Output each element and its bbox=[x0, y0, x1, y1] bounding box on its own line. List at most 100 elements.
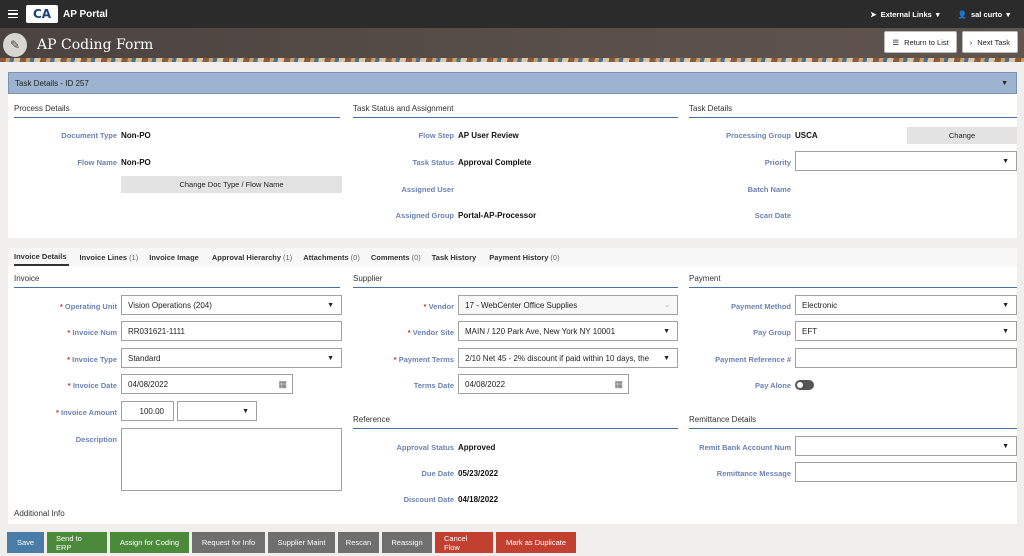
flow-name-value: Non-PO bbox=[121, 158, 151, 167]
flow-step-value: AP User Review bbox=[458, 131, 519, 140]
payment-heading: Payment bbox=[689, 274, 1017, 288]
vendor-label: * Vendor bbox=[423, 302, 454, 311]
due-date-label: Due Date bbox=[421, 469, 454, 478]
tab-invoice-image[interactable]: Invoice Image bbox=[149, 248, 201, 266]
due-date-value: 05/23/2022 bbox=[458, 469, 499, 478]
pay-alone-label: Pay Alone bbox=[755, 381, 791, 390]
page-header: ✎ AP Coding Form ☰ Return to List › Next T… bbox=[0, 28, 1024, 62]
invoice-amount-label: * Invoice Amount bbox=[56, 408, 117, 417]
payment-reference-input[interactable] bbox=[795, 348, 1017, 368]
pay-group-select[interactable]: EFT ▼ bbox=[795, 321, 1017, 341]
return-to-list-button[interactable]: ☰ Return to List bbox=[884, 31, 957, 53]
flow-name-label: Flow Name bbox=[77, 158, 117, 167]
external-links-menu[interactable]: ➤ External Links ▾ bbox=[870, 10, 939, 19]
assigned-group-value: Portal-AP-Processor bbox=[458, 211, 537, 220]
save-button[interactable]: Save bbox=[7, 532, 44, 553]
user-icon: 👤 bbox=[957, 9, 967, 19]
remittance-message-input[interactable] bbox=[795, 462, 1017, 482]
payment-terms-label: * Payment Terms bbox=[393, 355, 454, 364]
reassign-button[interactable]: Reassign bbox=[382, 532, 432, 553]
caret-down-icon: ▼ bbox=[663, 327, 670, 335]
navigation-arrow-icon: ➤ bbox=[870, 9, 877, 19]
mark-as-duplicate-button[interactable]: Mark as Duplicate bbox=[496, 532, 576, 553]
invoice-type-select[interactable]: Standard ▼ bbox=[121, 348, 342, 368]
pencil-icon: ✎ bbox=[3, 33, 27, 57]
discount-date-value: 04/18/2022 bbox=[458, 495, 499, 504]
chevron-right-icon: › bbox=[969, 37, 973, 47]
caret-down-icon: ▼ bbox=[1002, 301, 1009, 309]
top-bar: CA AP Portal ➤ External Links ▾ 👤 sal curto… bbox=[0, 0, 1024, 28]
caret-down-icon: ▼ bbox=[663, 354, 670, 362]
currency-select[interactable]: ▼ bbox=[177, 401, 257, 421]
change-doc-type-button[interactable]: Change Doc Type / Flow Name bbox=[121, 176, 342, 193]
user-menu[interactable]: 👤 sal curto ▾ bbox=[958, 10, 1010, 19]
remit-bank-label: Remit Bank Account Num bbox=[699, 443, 791, 452]
invoice-tabs: Invoice Details Invoice Lines (1) Invoice… bbox=[8, 248, 1017, 266]
rescan-button[interactable]: Rescan bbox=[338, 532, 379, 553]
description-label: Description bbox=[75, 435, 117, 444]
task-status-heading: Task Status and Assignment bbox=[353, 104, 678, 118]
doc-type-label: Document Type bbox=[61, 131, 117, 140]
send-to-erp-button[interactable]: Send to ERP bbox=[47, 532, 107, 553]
chevron-down-icon: ⌄ bbox=[664, 302, 670, 309]
tab-approval-hierarchy[interactable]: Approval Hierarchy (1) bbox=[212, 248, 292, 266]
discount-date-label: Discount Date bbox=[403, 495, 454, 504]
caret-down-icon: ▼ bbox=[327, 301, 334, 309]
assign-for-coding-button[interactable]: Assign for Coding bbox=[110, 532, 189, 553]
invoice-num-input[interactable]: RR031621-1111 bbox=[121, 321, 342, 341]
menu-icon[interactable] bbox=[8, 9, 18, 19]
payment-reference-label: Payment Reference # bbox=[715, 355, 791, 364]
tab-comments[interactable]: Comments (0) bbox=[371, 248, 421, 266]
reference-heading: Reference bbox=[353, 415, 678, 429]
app-logo[interactable]: CA bbox=[26, 5, 58, 23]
tab-invoice-lines[interactable]: Invoice Lines (1) bbox=[80, 248, 139, 266]
process-details-heading: Process Details bbox=[14, 104, 340, 118]
request-for-info-button[interactable]: Request for Info bbox=[192, 532, 265, 553]
task-details-panel-header[interactable]: Task Details - ID 257 ▼ bbox=[8, 72, 1017, 94]
terms-date-input[interactable]: 04/08/2022 ▦ bbox=[458, 374, 629, 394]
invoice-date-label: * Invoice Date bbox=[67, 381, 117, 390]
priority-select[interactable]: ▼ bbox=[795, 151, 1017, 171]
description-textarea[interactable] bbox=[121, 428, 342, 491]
remittance-heading: Remittance Details bbox=[689, 415, 1017, 429]
cancel-flow-button[interactable]: Cancel Flow bbox=[435, 532, 493, 553]
caret-down-icon[interactable]: ▼ bbox=[1001, 80, 1008, 87]
task-status-value: Approval Complete bbox=[458, 158, 532, 167]
processing-group-value: USCA bbox=[795, 131, 818, 140]
task-details-heading: Task Details bbox=[689, 104, 1017, 118]
page-title: AP Coding Form bbox=[37, 37, 154, 53]
tab-payment-history[interactable]: Payment History (0) bbox=[489, 248, 559, 266]
caret-down-icon: ▼ bbox=[1002, 442, 1009, 450]
tab-invoice-details[interactable]: Invoice Details bbox=[14, 248, 69, 266]
calendar-icon[interactable]: ▦ bbox=[278, 379, 287, 390]
approval-status-label: Approval Status bbox=[396, 443, 454, 452]
vendor-site-select[interactable]: MAIN / 120 Park Ave, New York NY 10001 ▼ bbox=[458, 321, 678, 341]
payment-method-select[interactable]: Electronic ▼ bbox=[795, 295, 1017, 315]
app-name: AP Portal bbox=[63, 8, 108, 20]
next-task-button[interactable]: › Next Task bbox=[961, 31, 1018, 53]
invoice-type-label: * Invoice Type bbox=[67, 355, 117, 364]
terms-date-label: Terms Date bbox=[413, 381, 454, 390]
action-footer: Save Send to ERP Assign for Coding Reque… bbox=[0, 529, 1024, 556]
payment-terms-select[interactable]: 2/10 Net 45 - 2% discount if paid within… bbox=[458, 348, 678, 368]
supplier-maint-button[interactable]: Supplier Maint bbox=[268, 532, 335, 553]
vendor-select[interactable]: 17 - WebCenter Office Supplies ⌄ bbox=[458, 295, 678, 315]
remit-bank-select[interactable]: ▼ bbox=[795, 436, 1017, 456]
chevron-down-icon: ▾ bbox=[935, 9, 940, 19]
caret-down-icon: ▼ bbox=[1002, 327, 1009, 335]
operating-unit-select[interactable]: Vision Operations (204) ▼ bbox=[121, 295, 342, 315]
scan-date-label: Scan Date bbox=[754, 211, 791, 220]
change-processing-group-button[interactable]: Change bbox=[907, 127, 1017, 144]
panel-title: Task Details - ID 257 bbox=[15, 78, 89, 88]
calendar-icon[interactable]: ▦ bbox=[614, 379, 623, 390]
pay-alone-toggle[interactable] bbox=[795, 380, 814, 390]
invoice-date-input[interactable]: 04/08/2022 ▦ bbox=[121, 374, 293, 394]
task-status-label: Task Status bbox=[412, 158, 454, 167]
supplier-heading: Supplier bbox=[353, 274, 678, 288]
tab-attachments[interactable]: Attachments (0) bbox=[303, 248, 360, 266]
invoice-amount-input[interactable]: 100.00 bbox=[121, 401, 174, 421]
payment-method-label: Payment Method bbox=[730, 302, 791, 311]
tab-task-history[interactable]: Task History bbox=[432, 248, 478, 266]
caret-down-icon: ▼ bbox=[1002, 157, 1009, 165]
operating-unit-label: * Operating Unit bbox=[59, 302, 117, 311]
